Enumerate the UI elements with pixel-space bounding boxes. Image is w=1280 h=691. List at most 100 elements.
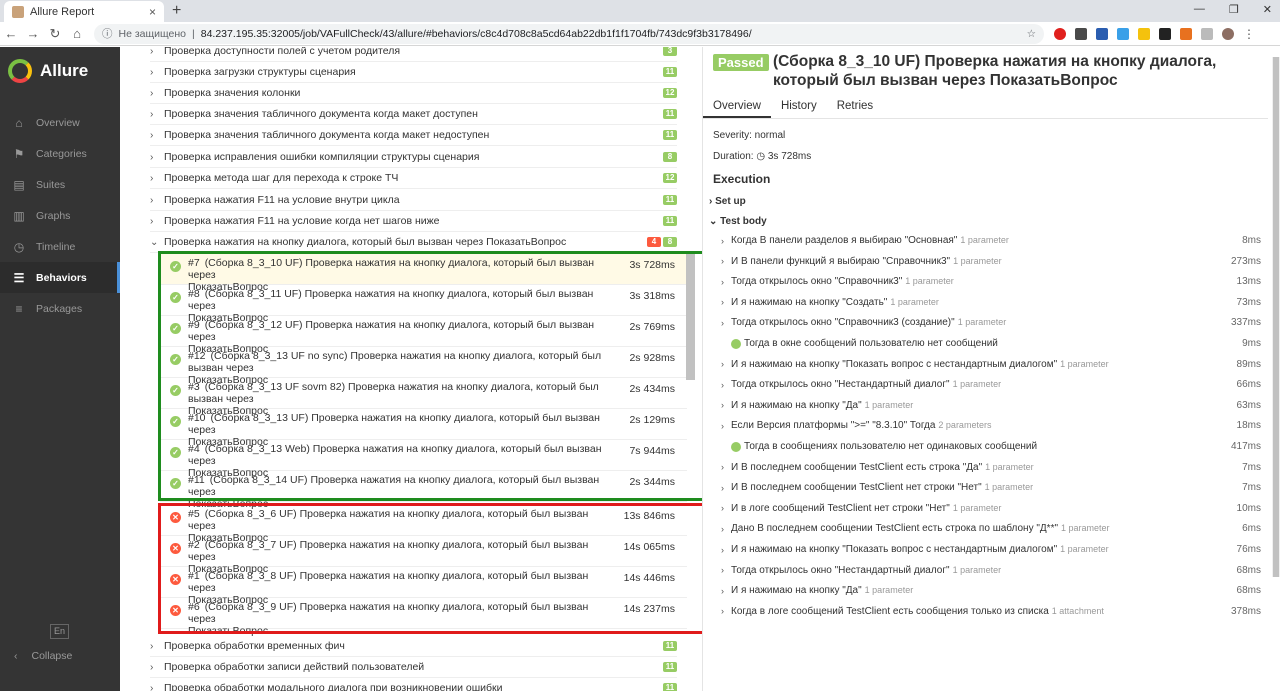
sidebar-item-categories[interactable]: ⚑ Categories xyxy=(0,138,120,169)
forward-icon[interactable]: → xyxy=(22,26,44,41)
detail-scrollbar[interactable] xyxy=(1272,57,1280,577)
step-parameters[interactable]: 1 parameter xyxy=(953,503,1002,513)
sidebar-item-packages[interactable]: ≡ Packages xyxy=(0,293,120,324)
step-parameters[interactable]: 1 parameter xyxy=(1060,544,1109,554)
step-row[interactable]: › Тогда открылось окно "Справочник3 (созд… xyxy=(721,313,1261,332)
extension-icon[interactable] xyxy=(1138,27,1150,40)
tree-group[interactable]: › Проверка нажатия F11 на условие внутри… xyxy=(150,190,677,211)
tree-group[interactable]: › Проверка значения табличного документа… xyxy=(150,104,677,125)
step-parameters[interactable]: 2 parameters xyxy=(938,420,991,430)
step-row[interactable]: › И я нажимаю на кнопку "Да" 1 parameter 63… xyxy=(721,396,1261,415)
tab-history[interactable]: History xyxy=(771,93,827,118)
sidebar-item-graphs[interactable]: ▥ Graphs xyxy=(0,200,120,231)
tree-group[interactable]: › Проверка нажатия F11 на условие когда … xyxy=(150,211,677,232)
step-parameters[interactable]: 1 parameter xyxy=(985,482,1034,492)
address-bar[interactable]: ⓘ Не защищено | 84.237.195.35:32005/job/… xyxy=(94,23,1044,44)
scrollbar-thumb[interactable] xyxy=(1273,57,1279,577)
close-window-icon[interactable]: ✕ xyxy=(1263,3,1272,16)
sidebar-item-label: Timeline xyxy=(36,240,76,253)
tab-overview[interactable]: Overview xyxy=(703,93,771,118)
maximize-icon[interactable]: ❐ xyxy=(1229,3,1239,16)
step-row[interactable]: Тогда в сообщениях пользователю нет один… xyxy=(721,437,1261,456)
step-row[interactable]: › Если Версия платформы ">=" "8.3.10" Тог… xyxy=(721,416,1261,435)
step-parameters[interactable]: 1 parameter xyxy=(958,317,1007,327)
step-parameters[interactable]: 1 parameter xyxy=(890,297,939,307)
tree-group[interactable]: › Проверка значения табличного документа… xyxy=(150,125,677,146)
extension-icon[interactable] xyxy=(1180,27,1192,40)
home-icon[interactable]: ⌂ xyxy=(66,26,88,41)
step-row[interactable]: › И В последнем сообщении TestClient нет … xyxy=(721,478,1261,497)
menu-icon[interactable]: ⋮ xyxy=(1243,27,1255,41)
step-row[interactable]: › И В последнем сообщении TestClient есть… xyxy=(721,458,1261,477)
new-tab-icon[interactable]: + xyxy=(172,2,181,20)
step-parameters[interactable]: 1 attachment xyxy=(1052,606,1104,616)
step-parameters[interactable]: 1 parameter xyxy=(960,235,1009,245)
sidebar-item-overview[interactable]: ⌂ Overview xyxy=(0,107,120,138)
step-parameters[interactable]: 1 parameter xyxy=(865,400,914,410)
step-row[interactable]: › Тогда открылось окно "Нестандартный диа… xyxy=(721,561,1261,580)
step-parameters[interactable]: 1 parameter xyxy=(905,276,954,286)
passed-count-badge: 11 xyxy=(663,662,677,672)
step-text: Тогда в окне сообщений пользователю нет … xyxy=(744,338,1242,349)
tree-group[interactable]: › Проверка обработки записи действий пол… xyxy=(150,657,677,678)
step-row[interactable]: › И я нажимаю на кнопку "Показать вопрос … xyxy=(721,355,1261,374)
tree-group[interactable]: › Проверка загрузки структуры сценария 1… xyxy=(150,62,677,83)
profile-avatar-icon[interactable] xyxy=(1222,27,1234,40)
step-row[interactable]: › И я нажимаю на кнопку "Создать" 1 parame… xyxy=(721,293,1261,312)
step-row[interactable]: › Дано В последнем сообщении TestClient е… xyxy=(721,519,1261,538)
close-tab-icon[interactable]: × xyxy=(149,5,156,19)
sidebar-item-behaviors[interactable]: ☰ Behaviors xyxy=(0,262,120,293)
chevron-right-icon: › xyxy=(721,256,724,267)
tree-group[interactable]: › Проверка метода шаг для перехода к стр… xyxy=(150,168,677,189)
step-row[interactable]: › И я нажимаю на кнопку "Показать вопрос … xyxy=(721,540,1261,559)
sidebar-item-suites[interactable]: ▤ Suites xyxy=(0,169,120,200)
step-duration: 417ms xyxy=(1230,441,1261,452)
passed-count-badge: 11 xyxy=(663,130,677,140)
extension-icon[interactable] xyxy=(1117,27,1129,40)
brand[interactable]: Allure xyxy=(0,47,120,95)
step-parameters[interactable]: 1 parameter xyxy=(985,462,1034,472)
step-row[interactable]: Тогда в окне сообщений пользователю нет … xyxy=(721,334,1261,353)
step-row[interactable]: › И в логе сообщений TestClient нет строк… xyxy=(721,499,1261,518)
step-parameters[interactable]: 1 parameter xyxy=(953,256,1002,266)
tree-group[interactable]: › Проверка доступности полей с учетом ро… xyxy=(150,47,677,62)
extension-icon[interactable] xyxy=(1159,27,1171,40)
step-parameters[interactable]: 1 parameter xyxy=(865,585,914,595)
tree-group[interactable]: › Проверка исправления ошибки компиляции… xyxy=(150,147,677,168)
tree-group[interactable]: › Проверка значения колонки 12 xyxy=(150,83,677,104)
step-row[interactable]: › Когда в логе сообщений TestClient есть … xyxy=(721,602,1261,621)
setup-section[interactable]: › Set up xyxy=(709,196,746,207)
browser-tab[interactable]: Allure Report × xyxy=(4,1,164,22)
flag-icon: ⚑ xyxy=(13,146,25,161)
step-duration: 7ms xyxy=(1242,482,1261,494)
step-parameters[interactable]: 1 parameter xyxy=(1061,523,1110,533)
tree-group[interactable]: › Проверка обработки модального диалога … xyxy=(150,678,677,691)
bookmark-star-icon[interactable]: ☆ xyxy=(1027,28,1036,40)
tree-group-open[interactable]: ⌄ Проверка нажатия на кнопку диалога, ко… xyxy=(150,232,677,253)
step-row[interactable]: › И я нажимаю на кнопку "Да" 1 parameter 68… xyxy=(721,581,1261,600)
step-row[interactable]: › Когда В панели разделов я выбираю "Осно… xyxy=(721,231,1261,250)
tab-retries[interactable]: Retries xyxy=(827,93,883,118)
opera-extension-icon[interactable] xyxy=(1054,27,1066,40)
collapse-button[interactable]: ‹ Collapse xyxy=(14,650,72,662)
extension-icon[interactable] xyxy=(1201,27,1213,40)
back-icon[interactable]: ← xyxy=(0,26,22,41)
step-row[interactable]: › Тогда открылось окно "Справочник3" 1 par… xyxy=(721,272,1261,291)
sidebar-item-timeline[interactable]: ◷ Timeline xyxy=(0,231,120,262)
tree-group[interactable]: › Проверка обработки временных фич 11 xyxy=(150,636,677,657)
minimize-icon[interactable]: — xyxy=(1194,3,1205,16)
language-button[interactable]: En xyxy=(50,624,69,639)
step-parameters[interactable]: 1 parameter xyxy=(1060,359,1109,369)
step-row[interactable]: › И В панели функций я выбираю "Справочни… xyxy=(721,252,1261,271)
zotero-extension-icon[interactable] xyxy=(1096,27,1108,40)
step-parameters[interactable]: 1 parameter xyxy=(953,565,1002,575)
group-name: Проверка обработки временных фич xyxy=(164,640,345,652)
step-parameters[interactable]: 1 parameter xyxy=(953,379,1002,389)
chevron-right-icon: › xyxy=(150,151,154,163)
reload-icon[interactable]: ↻ xyxy=(44,26,66,42)
step-row[interactable]: › Тогда открылось окно "Нестандартный диа… xyxy=(721,375,1261,394)
extension-icon[interactable] xyxy=(1075,27,1087,40)
info-icon[interactable]: ⓘ xyxy=(102,26,113,41)
chevron-right-icon: › xyxy=(721,379,724,390)
test-body-section[interactable]: ⌄ Test body xyxy=(709,216,767,227)
